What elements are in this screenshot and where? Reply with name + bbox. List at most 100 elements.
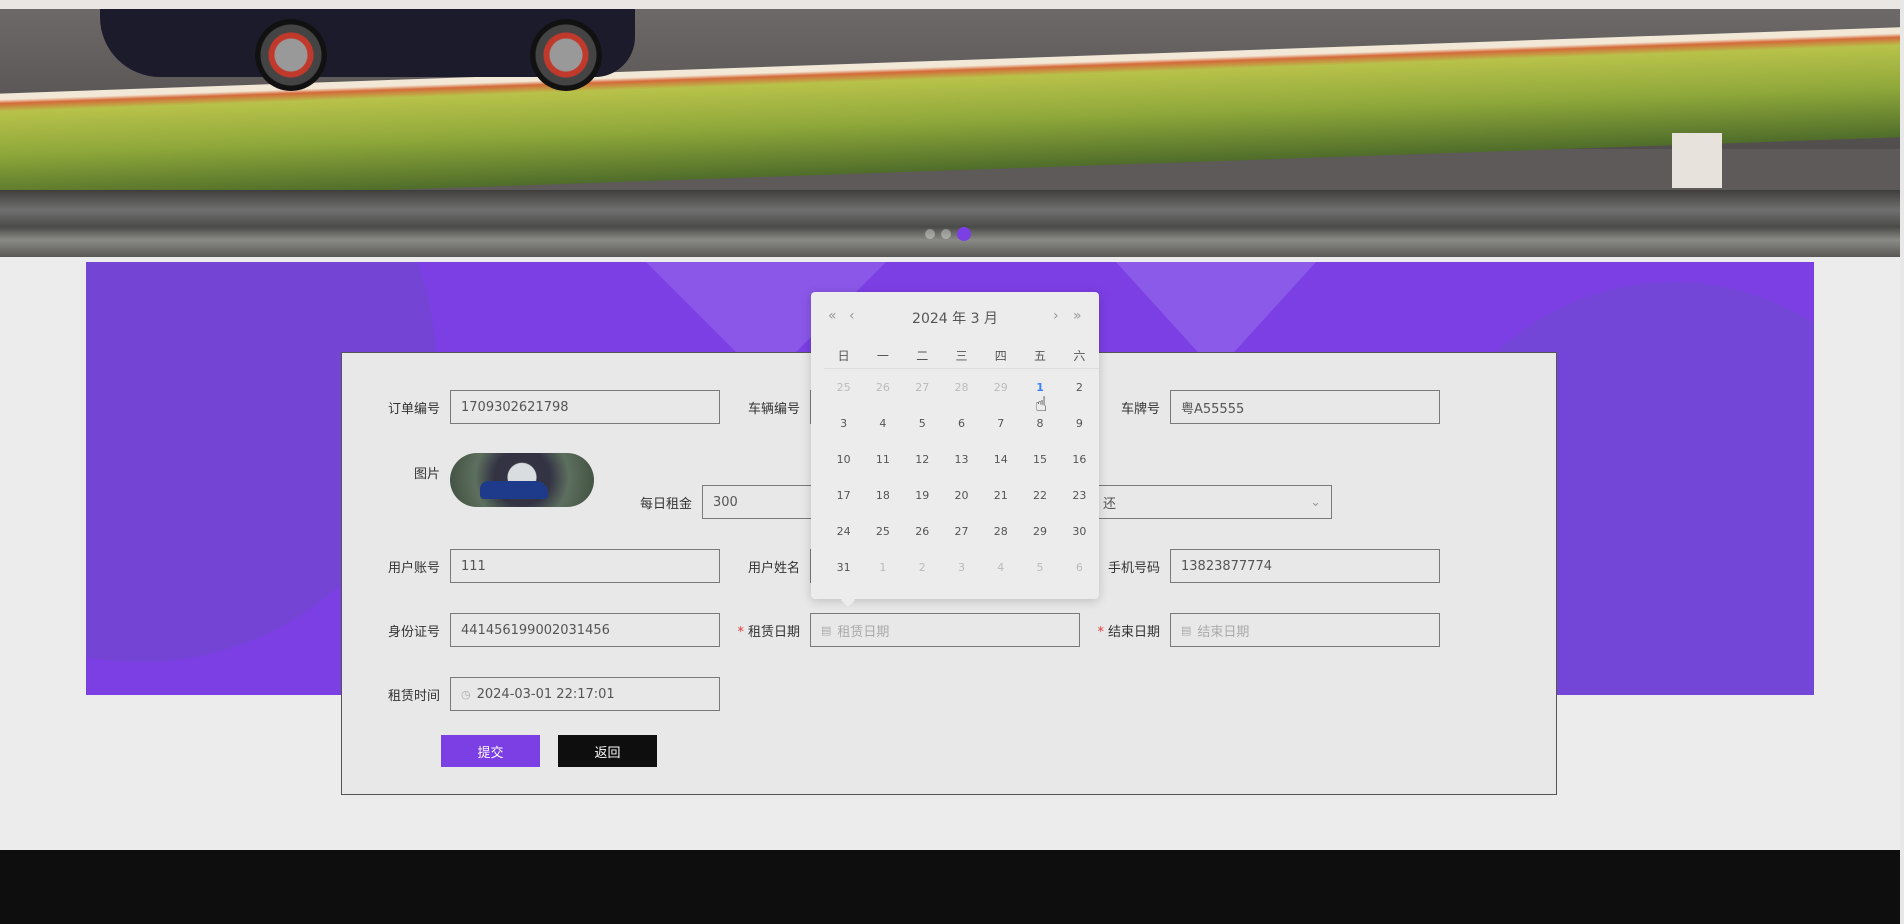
calendar-week-row: 25 26 27 28 29 1 2 [824, 369, 1099, 406]
carousel-indicators [925, 227, 971, 241]
carousel-dot-active[interactable] [957, 227, 971, 241]
field-picture: 图片 [370, 453, 594, 507]
id-card-input[interactable]: 441456199002031456 [450, 613, 720, 647]
id-card-label: 身份证号 [387, 624, 440, 640]
calendar-day[interactable]: 6 [942, 405, 981, 441]
calendar-day[interactable]: 27 [942, 513, 981, 549]
car-thumbnail-image[interactable] [450, 453, 594, 507]
calendar-day-other-month[interactable]: 28 [942, 369, 981, 406]
calendar-day[interactable]: 14 [981, 441, 1020, 477]
order-no-label: 订单编号 [387, 401, 440, 417]
calendar-day[interactable]: 7 [981, 405, 1020, 441]
calendar-day[interactable]: 17 [824, 477, 863, 513]
required-mark: * [737, 624, 744, 640]
field-status-select: 还 ⌄ [1092, 485, 1332, 519]
calendar-day[interactable]: 19 [903, 477, 942, 513]
date-picker-popup: « ‹ 2024 年 3 月 › » 日一二三四五六 25 26 27 28 29 1 2 3… [811, 292, 1099, 608]
banner-car-wheel [255, 19, 327, 91]
weekday-label: 日 [824, 342, 864, 369]
calendar-day[interactable]: 13 [942, 441, 981, 477]
calendar-day-other-month[interactable]: 29 [981, 369, 1020, 406]
calendar-day-other-month[interactable]: 5 [1020, 549, 1059, 585]
carousel-dot[interactable] [941, 229, 951, 239]
chevron-down-icon: ⌄ [1310, 494, 1321, 510]
end-date-label: * 结束日期 [1090, 621, 1170, 640]
rent-date-placeholder: 租赁日期 [837, 624, 890, 640]
calendar-day[interactable]: 24 [824, 513, 863, 549]
rent-time-value: 2024-03-01 22:17:01 [476, 686, 615, 702]
field-rent-time: 租赁时间 ◷ 2024-03-01 22:17:01 [370, 677, 720, 711]
end-date-label-text: 结束日期 [1107, 624, 1160, 640]
calendar-day[interactable]: 21 [981, 477, 1020, 513]
calendar-day-other-month[interactable]: 2 [903, 549, 942, 585]
hero-banner [0, 0, 1900, 257]
calendar-day[interactable]: 20 [942, 477, 981, 513]
submit-button[interactable]: 提交 [441, 735, 540, 767]
calendar-day[interactable]: 12 [903, 441, 942, 477]
daily-rent-label: 每日租金 [639, 496, 692, 512]
end-date-picker[interactable]: ▤ 结束日期 [1170, 613, 1440, 647]
phone-label: 手机号码 [1107, 560, 1160, 576]
field-end-date: * 结束日期 ▤ 结束日期 [1090, 613, 1440, 647]
calendar-day[interactable]: 31 [824, 549, 863, 585]
calendar-week-row: 24 25 26 27 28 29 30 [824, 513, 1099, 549]
calendar-day-other-month[interactable]: 3 [942, 549, 981, 585]
calendar-day[interactable]: 29 [1020, 513, 1059, 549]
calendar-day[interactable]: 10 [824, 441, 863, 477]
user-account-input[interactable]: 111 [450, 549, 720, 583]
calendar-day[interactable]: 26 [903, 513, 942, 549]
weekday-label: 二 [902, 342, 942, 369]
calendar-days: 25 26 27 28 29 1 2 3 4 5 6 7 8 9 10 11 12 13 14 15 16 17 18 19 2… [824, 369, 1099, 586]
calendar-week-row: 17 18 19 20 21 22 23 [824, 477, 1099, 513]
required-mark: * [1097, 624, 1104, 640]
calendar-day-other-month[interactable]: 25 [824, 369, 863, 406]
rent-date-picker[interactable]: ▤ 租赁日期 [810, 613, 1080, 647]
next-month-icon[interactable]: › [1053, 308, 1059, 324]
calendar-day-other-month[interactable]: 6 [1060, 549, 1099, 585]
status-select[interactable]: 还 ⌄ [1092, 485, 1332, 519]
calendar-week-row: 31 1 2 3 4 5 6 [824, 549, 1099, 585]
field-id-card: 身份证号 441456199002031456 [370, 613, 720, 647]
calendar-header: « ‹ 2024 年 3 月 › » [811, 308, 1099, 328]
rent-date-label-text: 租赁日期 [747, 624, 800, 640]
user-account-label: 用户账号 [387, 560, 440, 576]
back-button[interactable]: 返回 [558, 735, 657, 767]
calendar-day-other-month[interactable]: 27 [903, 369, 942, 406]
plate-label: 车牌号 [1120, 401, 1160, 417]
calendar-day[interactable]: 25 [863, 513, 902, 549]
calendar-day[interactable]: 4 [863, 405, 902, 441]
calendar-day[interactable]: 2 [1060, 369, 1099, 406]
calendar-day[interactable]: 9 [1060, 405, 1099, 441]
weekday-label: 三 [941, 342, 982, 369]
hand-pointer-icon: ☝ [1035, 392, 1048, 416]
scrollbar-gutter [1900, 0, 1904, 924]
calendar-day[interactable]: 30 [1060, 513, 1099, 549]
calendar-day[interactable]: 5 [903, 405, 942, 441]
calendar-day[interactable]: 3 [824, 405, 863, 441]
weekday-label: 五 [1020, 342, 1060, 369]
order-no-input[interactable]: 1709302621798 [450, 390, 720, 424]
calendar-day[interactable]: 15 [1020, 441, 1059, 477]
calendar-day[interactable]: 18 [863, 477, 902, 513]
calendar-day-other-month[interactable]: 1 [863, 549, 902, 585]
calendar-day[interactable]: 16 [1060, 441, 1099, 477]
calendar-day[interactable]: 22 [1020, 477, 1059, 513]
rent-time-input[interactable]: ◷ 2024-03-01 22:17:01 [450, 677, 720, 711]
field-user-account: 用户账号 111 [370, 549, 720, 583]
field-phone: 手机号码 13823877774 [1090, 549, 1440, 583]
calendar-day[interactable]: 11 [863, 441, 902, 477]
carousel-dot[interactable] [925, 229, 935, 239]
vehicle-no-label: 车辆编号 [747, 401, 800, 417]
calendar-day-other-month[interactable]: 4 [981, 549, 1020, 585]
calendar-day[interactable]: 28 [981, 513, 1020, 549]
rent-time-label: 租赁时间 [387, 688, 440, 704]
end-date-placeholder: 结束日期 [1197, 624, 1250, 640]
calendar-day-other-month[interactable]: 26 [863, 369, 902, 406]
next-year-icon[interactable]: » [1073, 308, 1082, 324]
phone-input[interactable]: 13823877774 [1170, 549, 1440, 583]
user-name-label: 用户姓名 [747, 560, 800, 576]
weekday-label: 六 [1059, 342, 1099, 369]
calendar-day[interactable]: 23 [1060, 477, 1099, 513]
field-order-no: 订单编号 1709302621798 [370, 390, 720, 424]
plate-input[interactable]: 粤A55555 [1170, 390, 1440, 424]
